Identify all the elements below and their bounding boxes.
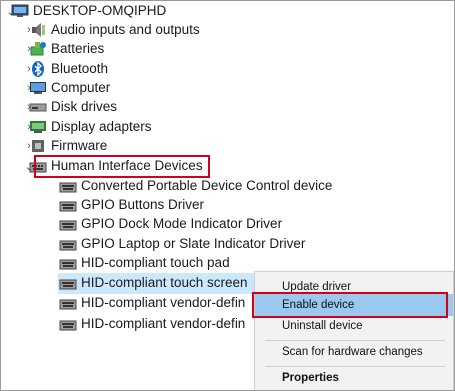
tree-item-display-adapters[interactable]: › Display adapters xyxy=(23,117,152,137)
tree-item-batteries[interactable]: › Batteries xyxy=(23,39,104,59)
menu-item-scan-hardware[interactable]: Scan for hardware changes xyxy=(255,341,453,363)
hid-icon xyxy=(59,259,77,270)
tree-item-disk-drives[interactable]: › Disk drives xyxy=(23,97,117,117)
hid-child-item[interactable]: GPIO Buttons Driver xyxy=(59,195,204,215)
hid-icon xyxy=(59,299,77,310)
hid-child-item[interactable]: HID-compliant vendor-defin xyxy=(59,314,245,334)
menu-item-uninstall-device[interactable]: Uninstall device xyxy=(255,315,453,337)
highlight-box-hid xyxy=(34,155,210,178)
computer-icon xyxy=(11,4,29,17)
tree-item-label: HID-compliant vendor-defin xyxy=(81,316,246,331)
hid-child-item[interactable]: HID-compliant vendor-defin xyxy=(59,293,245,313)
tree-item-label: HID-compliant touch screen xyxy=(81,275,248,290)
hid-icon xyxy=(59,182,77,193)
hid-child-item[interactable]: Converted Portable Device Control device xyxy=(59,176,332,196)
tree-item-audio[interactable]: › Audio inputs and outputs xyxy=(23,20,200,40)
tree-item-label: HID-compliant vendor-defin xyxy=(81,295,246,310)
hid-icon xyxy=(59,320,77,331)
display-adapter-icon xyxy=(30,121,46,133)
hid-icon xyxy=(59,240,77,251)
hid-icon xyxy=(59,220,77,231)
tree-item-label: Audio inputs and outputs xyxy=(51,22,200,37)
speaker-icon xyxy=(32,23,45,37)
hid-child-item-selected[interactable]: HID-compliant touch screen xyxy=(59,273,248,293)
tree-item-label: Bluetooth xyxy=(51,61,109,76)
device-manager-tree: ⌄ DESKTOP-OMQIPHD › Audio inputs and out… xyxy=(0,0,455,391)
menu-item-label: Properties xyxy=(282,372,339,384)
tree-item-label: Converted Portable Device Control device xyxy=(81,178,333,193)
tree-item-label: Computer xyxy=(51,80,111,95)
tree-item-firmware[interactable]: › Firmware xyxy=(23,136,107,156)
tree-item-label: Disk drives xyxy=(51,99,118,114)
hid-icon xyxy=(59,279,77,290)
highlight-box-enable-device xyxy=(252,292,448,318)
tree-item-bluetooth[interactable]: › Bluetooth xyxy=(23,59,108,79)
computer-icon xyxy=(30,82,46,94)
menu-item-properties[interactable]: Properties xyxy=(255,367,453,389)
tree-item-label: HID-compliant touch pad xyxy=(81,255,230,270)
menu-item-label: Uninstall device xyxy=(282,320,363,332)
tree-item-label: GPIO Buttons Driver xyxy=(81,197,205,212)
menu-item-label: Scan for hardware changes xyxy=(282,346,423,358)
firmware-icon xyxy=(32,140,44,152)
context-menu: Update driver Enable device Uninstall de… xyxy=(254,271,454,390)
battery-icon xyxy=(30,42,46,56)
tree-root-label: DESKTOP-OMQIPHD xyxy=(33,3,167,18)
tree-item-label: Display adapters xyxy=(51,119,152,134)
disk-drive-icon xyxy=(29,103,47,112)
bluetooth-icon xyxy=(32,61,44,77)
tree-root[interactable]: ⌄ DESKTOP-OMQIPHD xyxy=(5,1,166,21)
hid-child-item[interactable]: HID-compliant touch pad xyxy=(59,253,230,273)
tree-item-label: GPIO Laptop or Slate Indicator Driver xyxy=(81,236,306,251)
tree-item-computer[interactable]: › Computer xyxy=(23,78,110,98)
hid-icon xyxy=(59,201,77,212)
tree-item-label: Batteries xyxy=(51,41,105,56)
tree-item-label: GPIO Dock Mode Indicator Driver xyxy=(81,216,283,231)
hid-child-item[interactable]: GPIO Laptop or Slate Indicator Driver xyxy=(59,234,305,254)
tree-item-label: Firmware xyxy=(51,138,108,153)
hid-child-item[interactable]: GPIO Dock Mode Indicator Driver xyxy=(59,214,282,234)
